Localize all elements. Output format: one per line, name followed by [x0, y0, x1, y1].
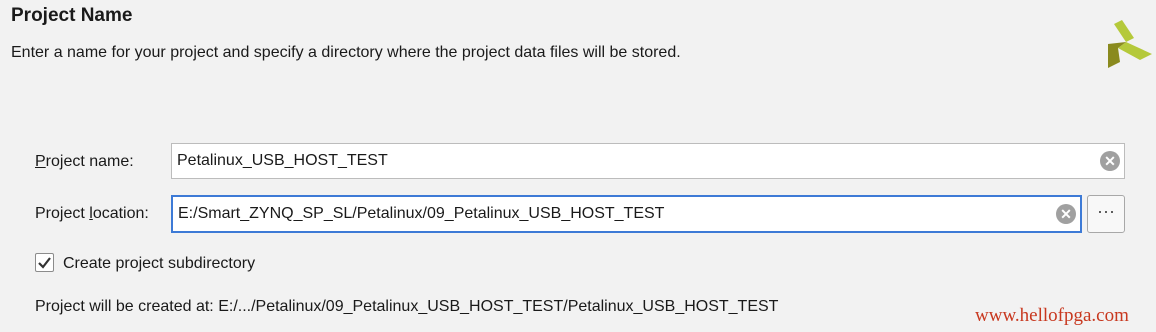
project-name-input[interactable] — [177, 144, 1089, 178]
clear-location-icon[interactable]: ✕ — [1056, 204, 1076, 224]
page-subtitle: Enter a name for your project and specif… — [11, 44, 681, 61]
watermark: www.hellofpga.com — [975, 305, 1129, 326]
project-name-label: Project name: — [35, 153, 134, 170]
project-path-status: Project will be created at: E:/.../Petal… — [35, 298, 779, 315]
checkmark-icon — [38, 257, 51, 269]
create-subdirectory-checkbox[interactable] — [35, 253, 54, 272]
project-location-field[interactable]: ✕ — [171, 195, 1082, 233]
project-name-field[interactable]: ✕ — [171, 143, 1125, 179]
page-title: Project Name — [11, 5, 133, 26]
clear-name-icon[interactable]: ✕ — [1100, 151, 1120, 171]
browse-button[interactable]: ··· — [1087, 195, 1125, 233]
project-location-input[interactable] — [178, 197, 1045, 231]
create-subdirectory-label[interactable]: Create project subdirectory — [63, 255, 255, 273]
project-location-label: Project location: — [35, 205, 149, 222]
vivado-logo-icon — [1108, 20, 1152, 68]
